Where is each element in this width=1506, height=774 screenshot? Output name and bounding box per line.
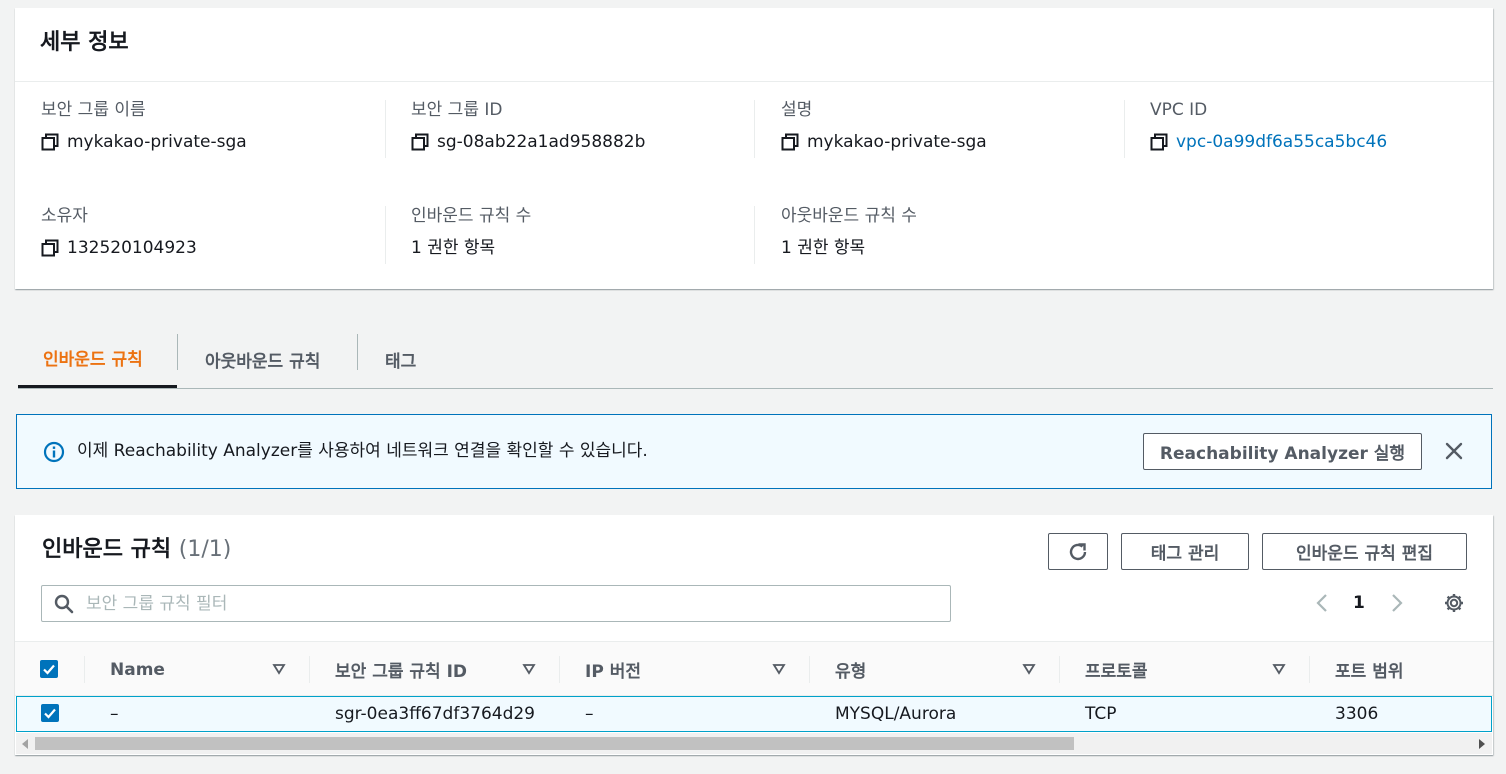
copy-icon[interactable]	[1150, 133, 1168, 151]
divider	[754, 206, 755, 264]
divider	[754, 100, 755, 158]
check-icon	[44, 708, 56, 719]
horizontal-scrollbar[interactable]	[16, 733, 1492, 754]
inbound-count-value: 1 권한 항목	[411, 238, 496, 258]
search-input[interactable]	[86, 590, 936, 617]
details-title: 세부 정보	[40, 30, 129, 55]
details-panel: 세부 정보 보안 그룹 이름 mykakao-private-sga 보안 그룹…	[15, 8, 1493, 289]
chevron-left-icon[interactable]	[1315, 593, 1329, 613]
field-owner: 소유자 132520104923	[41, 204, 197, 260]
cell-name: –	[110, 704, 119, 724]
sort-icon[interactable]	[1022, 662, 1036, 676]
refresh-icon	[1069, 542, 1087, 560]
sort-icon[interactable]	[272, 662, 286, 676]
cell-protocol: TCP	[1085, 704, 1117, 724]
group-name-value: mykakao-private-sga	[67, 132, 247, 152]
column-header-ip-version[interactable]: IP 버전	[585, 642, 641, 697]
field-value: mykakao-private-sga	[41, 130, 247, 154]
check-icon	[43, 664, 55, 675]
chevron-right-icon[interactable]	[1390, 593, 1404, 613]
table-header: Name 보안 그룹 규칙 ID IP 버전 유형 프로토콜 포트 범위	[15, 641, 1493, 696]
cell-port-range: 3306	[1335, 704, 1379, 724]
field-vpc-id: VPC ID vpc-0a99df6a55ca5bc46	[1150, 98, 1387, 154]
tab-bar: 인바운드 규칙 아웃바운드 규칙 태그	[18, 330, 1493, 389]
column-divider	[809, 656, 810, 683]
field-label: VPC ID	[1150, 100, 1208, 120]
sort-icon[interactable]	[522, 662, 536, 676]
column-header-rule-id[interactable]: 보안 그룹 규칙 ID	[335, 642, 467, 697]
field-description: 설명 mykakao-private-sga	[781, 98, 987, 154]
column-header-port-range[interactable]: 포트 범위	[1335, 642, 1403, 697]
rules-title: 인바운드 규칙 (1/1)	[42, 535, 231, 565]
sort-icon[interactable]	[772, 662, 786, 676]
divider	[385, 206, 386, 264]
cell-type: MYSQL/Aurora	[835, 704, 957, 724]
field-label: 소유자	[41, 206, 88, 226]
search-icon	[54, 594, 74, 614]
field-inbound-count: 인바운드 규칙 수 1 권한 항목	[411, 204, 531, 260]
banner-message: 이제 Reachability Analyzer를 사용하여 네트워크 연결을 …	[77, 441, 648, 461]
scroll-right-arrow[interactable]	[1479, 739, 1485, 749]
copy-icon[interactable]	[781, 133, 799, 151]
description-value: mykakao-private-sga	[807, 132, 987, 152]
column-divider	[84, 656, 85, 683]
tab-outbound-rules[interactable]: 아웃바운드 규칙	[178, 330, 358, 388]
column-divider	[559, 656, 560, 683]
cell-rule-id: sgr-0ea3ff67df3764d29	[335, 704, 535, 724]
copy-icon[interactable]	[41, 239, 59, 257]
vpc-id-link[interactable]: vpc-0a99df6a55ca5bc46	[1176, 130, 1387, 154]
field-label: 인바운드 규칙 수	[411, 206, 532, 226]
column-header-type[interactable]: 유형	[835, 642, 866, 697]
owner-value: 132520104923	[67, 238, 197, 258]
page-number[interactable]: 1	[1353, 593, 1365, 613]
field-value: vpc-0a99df6a55ca5bc46	[1150, 130, 1387, 154]
field-label: 설명	[781, 100, 813, 120]
row-checkbox[interactable]	[41, 704, 59, 722]
select-all-checkbox[interactable]	[40, 660, 58, 678]
column-divider	[1309, 656, 1310, 683]
close-icon[interactable]	[1444, 441, 1464, 461]
copy-icon[interactable]	[41, 133, 59, 151]
column-header-protocol[interactable]: 프로토콜	[1085, 642, 1148, 697]
divider	[385, 100, 386, 158]
tab-tags[interactable]: 태그	[358, 330, 438, 388]
gear-icon[interactable]	[1443, 592, 1465, 614]
column-divider	[1059, 656, 1060, 683]
rules-count: (1/1)	[178, 537, 232, 562]
cell-ip-version: –	[585, 704, 594, 724]
field-label: 아웃바운드 규칙 수	[781, 206, 917, 226]
table-row[interactable]: – sgr-0ea3ff67df3764d29 – MYSQL/Aurora T…	[16, 696, 1492, 732]
copy-icon[interactable]	[411, 133, 429, 151]
scroll-left-arrow[interactable]	[22, 739, 28, 749]
field-label: 보안 그룹 이름	[41, 100, 146, 120]
field-group-id: 보안 그룹 ID sg-08ab22a1ad958882b	[411, 98, 645, 154]
column-divider	[309, 656, 310, 683]
field-group-name: 보안 그룹 이름 mykakao-private-sga	[41, 98, 247, 154]
field-outbound-count: 아웃바운드 규칙 수 1 권한 항목	[781, 204, 917, 260]
details-header: 세부 정보	[15, 8, 1493, 82]
sort-icon[interactable]	[1272, 662, 1286, 676]
run-reachability-analyzer-button[interactable]: Reachability Analyzer 실행	[1143, 433, 1422, 470]
group-id-value: sg-08ab22a1ad958882b	[437, 132, 646, 152]
manage-tags-button[interactable]: 태그 관리	[1121, 533, 1249, 570]
info-banner: 이제 Reachability Analyzer를 사용하여 네트워크 연결을 …	[16, 414, 1492, 489]
rules-title-text: 인바운드 규칙	[42, 537, 172, 562]
filter-search	[41, 585, 951, 622]
field-value: sg-08ab22a1ad958882b	[411, 130, 645, 154]
scrollbar-thumb[interactable]	[35, 737, 1074, 750]
inbound-rules-panel: 인바운드 규칙 (1/1) 태그 관리 인바운드 규칙 편집 1 Name 보안…	[15, 515, 1493, 755]
info-icon	[43, 441, 65, 463]
field-value: mykakao-private-sga	[781, 130, 987, 154]
refresh-button[interactable]	[1048, 533, 1108, 570]
field-value: 132520104923	[41, 236, 197, 260]
divider	[1124, 100, 1125, 158]
field-label: 보안 그룹 ID	[411, 100, 503, 120]
edit-inbound-rules-button[interactable]: 인바운드 규칙 편집	[1262, 533, 1467, 570]
column-header-name[interactable]: Name	[110, 642, 165, 697]
outbound-count-value: 1 권한 항목	[781, 238, 866, 258]
tab-inbound-rules[interactable]: 인바운드 규칙	[18, 330, 177, 388]
